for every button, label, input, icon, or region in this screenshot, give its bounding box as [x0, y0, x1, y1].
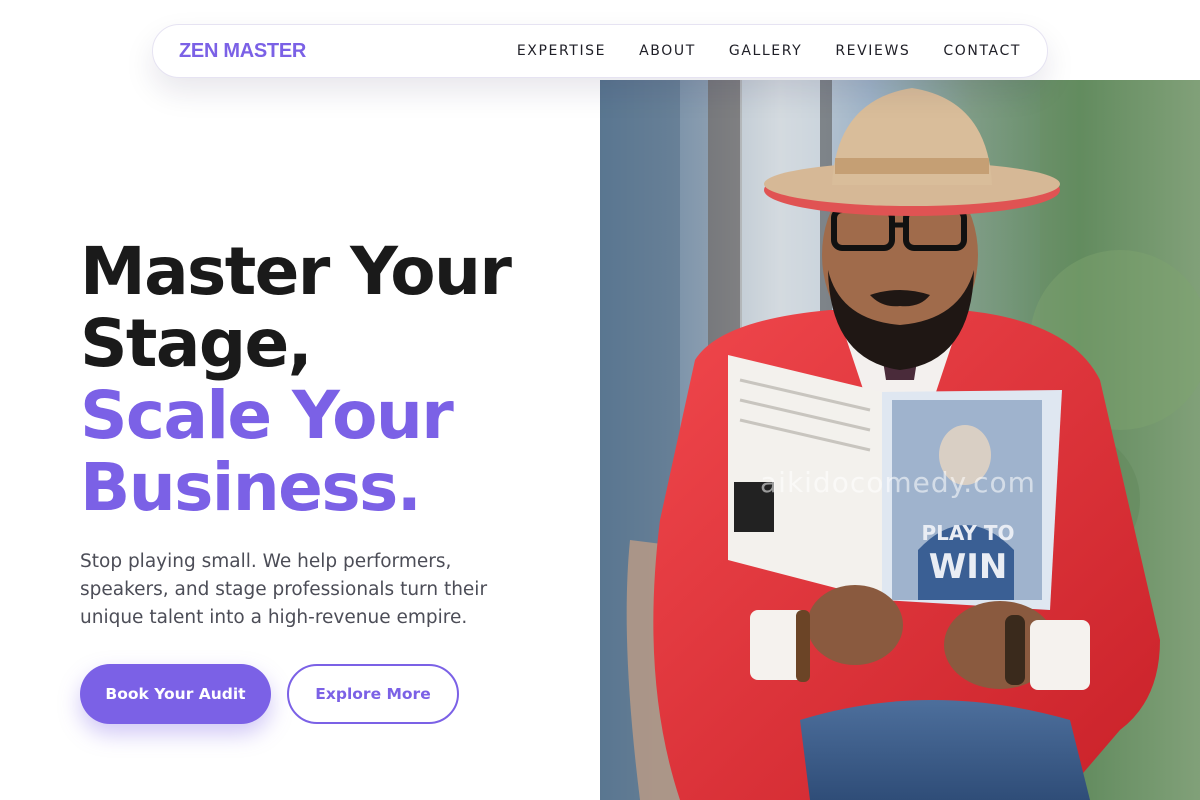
nav-link-gallery[interactable]: GALLERY: [729, 43, 802, 59]
hero-headline: Master Your Stage, Scale Your Business.: [80, 236, 580, 524]
top-navbar: ZEN MASTER EXPERTISE ABOUT GALLERY REVIE…: [152, 24, 1048, 78]
nav-links: EXPERTISE ABOUT GALLERY REVIEWS CONTACT: [517, 43, 1021, 59]
book-audit-button[interactable]: Book Your Audit: [80, 664, 271, 724]
watermark-text: aikidocomedy.com: [760, 466, 1036, 499]
hero-headline-block: Master Your Stage, Scale Your Business.: [80, 236, 580, 524]
headline-line-4: Business.: [80, 449, 422, 526]
explore-more-button[interactable]: Explore More: [287, 664, 459, 724]
headline-line-1: Master Your: [80, 233, 512, 310]
headline-line-3: Scale Your: [80, 377, 454, 454]
nav-link-expertise[interactable]: EXPERTISE: [517, 43, 606, 59]
nav-link-reviews[interactable]: REVIEWS: [835, 43, 910, 59]
book-title-line2: WIN: [929, 547, 1008, 587]
hero-subcopy: Stop playing small. We help performers, …: [80, 551, 488, 628]
book-title-line1: PLAY TO: [921, 521, 1014, 545]
hero-photo: PLAY TO WIN aikidocomedy.com: [600, 80, 1200, 800]
nav-link-contact[interactable]: CONTACT: [943, 43, 1021, 59]
nav-link-about[interactable]: ABOUT: [639, 43, 696, 59]
headline-line-2: Stage,: [80, 305, 313, 382]
brand-logo[interactable]: ZEN MASTER: [179, 40, 306, 63]
man-reading-illustration: PLAY TO WIN: [600, 80, 1200, 800]
